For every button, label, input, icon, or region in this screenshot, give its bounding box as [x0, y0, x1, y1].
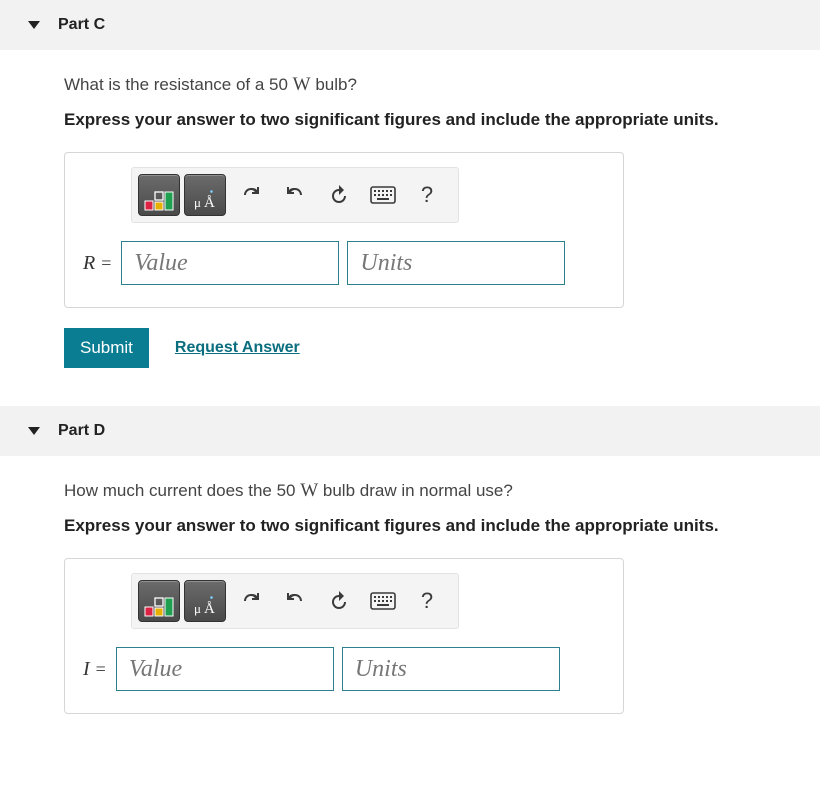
- question-text: How much current does the 50 W bulb draw…: [64, 480, 820, 502]
- equation-toolbar: μ Å ?: [131, 167, 459, 223]
- reset-button[interactable]: [318, 580, 360, 622]
- part-body: What is the resistance of a 50 W bulb? E…: [0, 50, 820, 406]
- watt-symbol: W: [293, 74, 311, 95]
- answer-box: μ Å ? I =: [64, 558, 624, 714]
- part-title: Part D: [58, 422, 105, 440]
- input-row: R =: [83, 241, 605, 285]
- variable-label: I: [83, 658, 90, 681]
- question-pre: What is the resistance of a 50: [64, 75, 293, 94]
- redo-button[interactable]: [274, 580, 316, 622]
- submit-button[interactable]: Submit: [64, 328, 149, 368]
- answer-box: μ Å ? R =: [64, 152, 624, 308]
- keyboard-button[interactable]: [362, 580, 404, 622]
- instruction-text: Express your answer to two significant f…: [64, 516, 820, 536]
- help-button[interactable]: ?: [406, 174, 448, 216]
- templates-button[interactable]: [138, 174, 180, 216]
- chevron-down-icon: [28, 21, 40, 29]
- units-input[interactable]: [342, 647, 560, 691]
- actions-row: Submit Request Answer: [64, 328, 820, 368]
- undo-button[interactable]: [230, 174, 272, 216]
- part-header[interactable]: Part C: [0, 0, 820, 50]
- instruction-text: Express your answer to two significant f…: [64, 110, 820, 130]
- chevron-down-icon: [28, 427, 40, 435]
- value-input[interactable]: [116, 647, 334, 691]
- special-chars-button[interactable]: μ Å: [184, 580, 226, 622]
- svg-text:Å: Å: [204, 601, 215, 617]
- part-header[interactable]: Part D: [0, 406, 820, 456]
- templates-button[interactable]: [138, 580, 180, 622]
- value-input[interactable]: [121, 241, 339, 285]
- question-post: bulb?: [311, 75, 357, 94]
- svg-text:Å: Å: [204, 195, 215, 211]
- question-text: What is the resistance of a 50 W bulb?: [64, 74, 820, 96]
- redo-button[interactable]: [274, 174, 316, 216]
- reset-button[interactable]: [318, 174, 360, 216]
- input-row: I =: [83, 647, 605, 691]
- units-input[interactable]: [347, 241, 565, 285]
- watt-symbol: W: [300, 480, 318, 501]
- equals-sign: =: [96, 659, 106, 680]
- part-title: Part C: [58, 16, 105, 34]
- svg-text:μ: μ: [194, 601, 201, 616]
- help-button[interactable]: ?: [406, 580, 448, 622]
- question-post: bulb draw in normal use?: [318, 481, 513, 500]
- svg-text:μ: μ: [194, 195, 201, 210]
- request-answer-link[interactable]: Request Answer: [175, 339, 300, 357]
- equals-sign: =: [101, 253, 111, 274]
- keyboard-button[interactable]: [362, 174, 404, 216]
- variable-label: R: [83, 252, 95, 275]
- question-pre: How much current does the 50: [64, 481, 300, 500]
- part-body: How much current does the 50 W bulb draw…: [0, 456, 820, 714]
- special-chars-button[interactable]: μ Å: [184, 174, 226, 216]
- equation-toolbar: μ Å ?: [131, 573, 459, 629]
- undo-button[interactable]: [230, 580, 272, 622]
